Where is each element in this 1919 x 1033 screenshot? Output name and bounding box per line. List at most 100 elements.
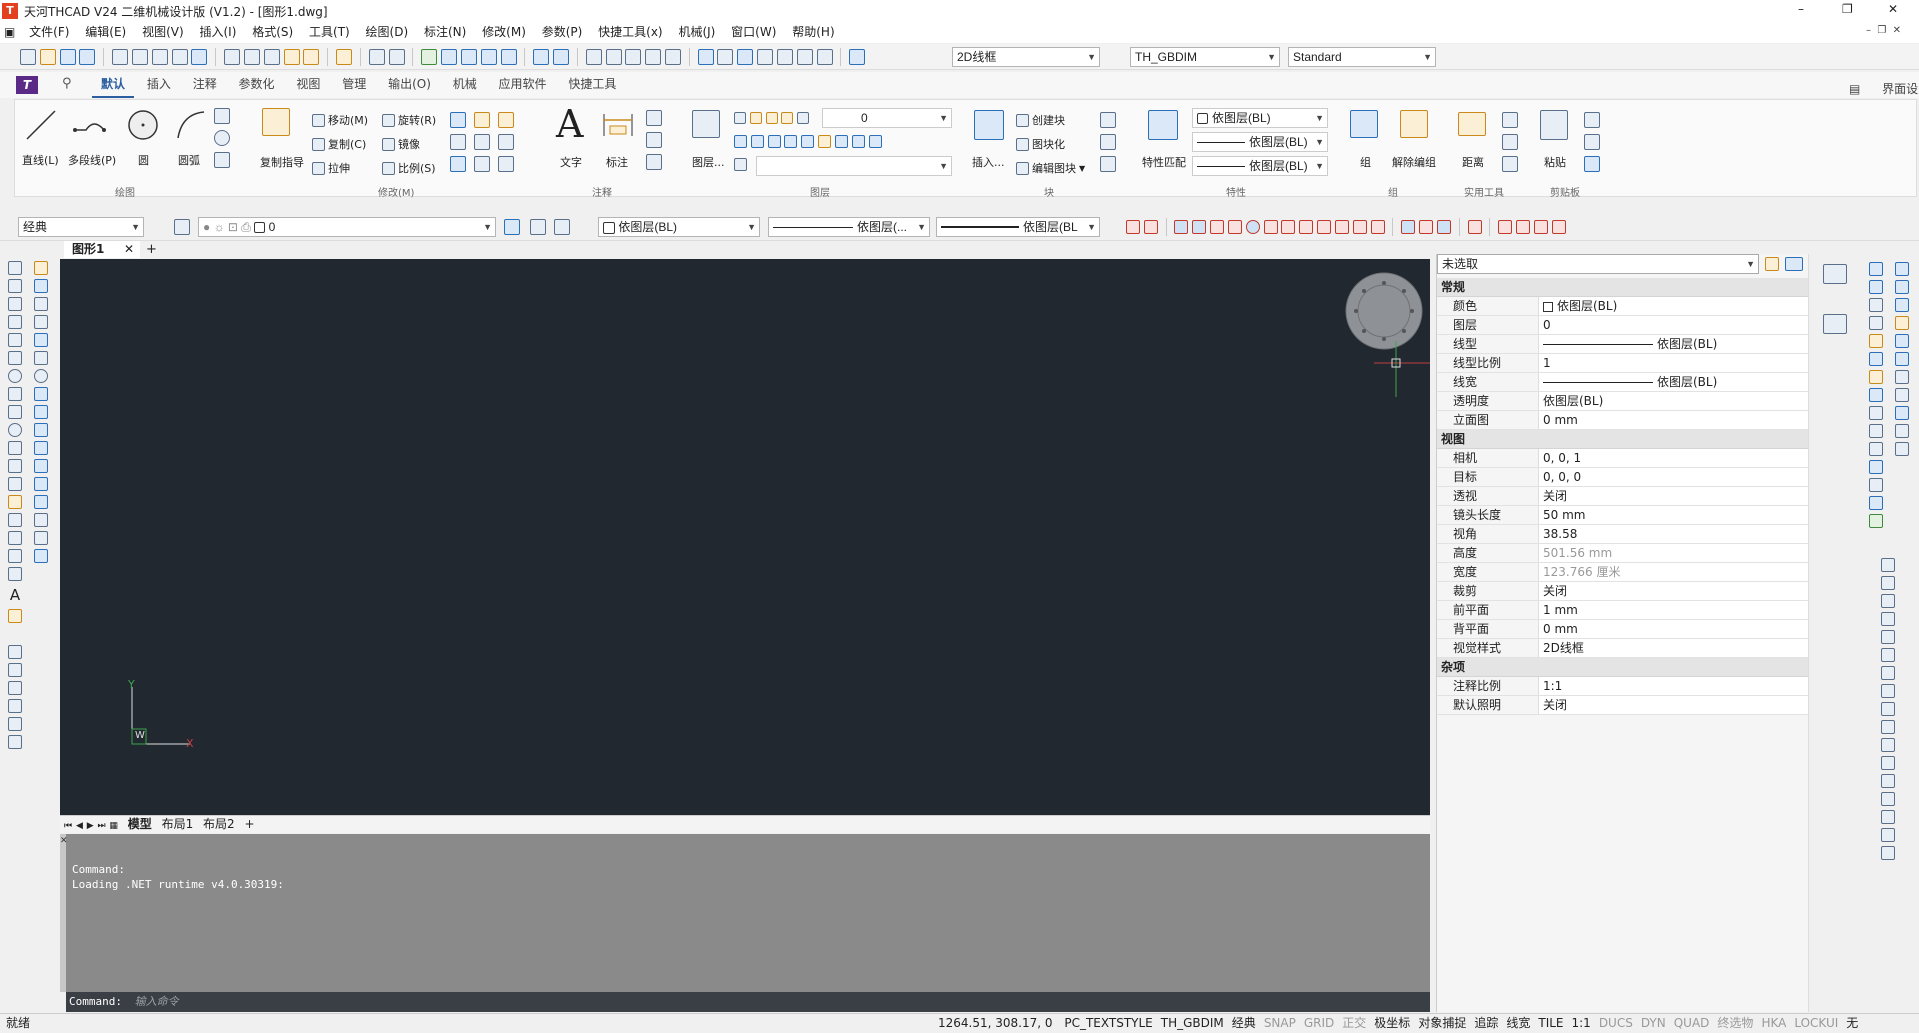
prop-row[interactable]: 线宽 依图层(BL) — [1437, 373, 1809, 392]
prop-value[interactable]: 0 mm — [1539, 411, 1809, 429]
snap-endpoint-icon[interactable] — [1174, 220, 1189, 234]
palette-properties-icon[interactable] — [1823, 264, 1847, 284]
ltb-insert-icon[interactable] — [8, 459, 22, 473]
group-icon[interactable] — [1350, 110, 1378, 138]
tab-insert[interactable]: 插入 — [138, 72, 180, 96]
ltb-erase-icon[interactable] — [34, 261, 48, 275]
prop-row[interactable]: 宽度 123.766 厘米 — [1437, 563, 1809, 582]
markup-icon[interactable] — [776, 49, 793, 65]
mirror-button[interactable]: 镜像 — [382, 136, 420, 152]
plot-icon[interactable] — [131, 49, 148, 65]
scale-button[interactable]: 比例(S) — [382, 160, 436, 176]
prop-row[interactable]: 裁剪 关闭 — [1437, 582, 1809, 601]
rtb-19-icon[interactable] — [1895, 316, 1909, 330]
rtb-27-icon[interactable] — [1881, 558, 1895, 572]
layer-tool1-icon[interactable] — [734, 135, 747, 148]
prop-value[interactable]: 依图层(BL) — [1539, 335, 1809, 353]
minimize-button[interactable]: – — [1798, 2, 1804, 16]
explode-icon[interactable] — [474, 156, 490, 172]
ltb-layer1-icon[interactable] — [8, 645, 22, 659]
rtb-6-icon[interactable] — [1869, 352, 1883, 366]
line-tool-label[interactable]: 直线(L) — [22, 152, 59, 168]
menu-insert[interactable]: 插入(I) — [193, 22, 242, 42]
leader-icon[interactable] — [646, 132, 662, 148]
color-dropdown[interactable]: 依图层(BL) ▼ — [598, 217, 760, 237]
paste-icon[interactable] — [263, 49, 280, 65]
prop-row[interactable]: 镜头长度 50 mm — [1437, 506, 1809, 525]
ltb-ellipse-icon[interactable] — [8, 423, 22, 437]
linetype-dropdown[interactable]: 依图层(... ▼ — [768, 217, 930, 237]
polyline-tool-label[interactable]: 多段线(P) — [68, 152, 116, 168]
menu-window[interactable]: 窗口(W) — [725, 22, 782, 42]
menu-file[interactable]: 文件(F) — [23, 22, 75, 42]
layer-iso-icon[interactable] — [554, 219, 570, 235]
ltb-text-icon[interactable]: A — [4, 585, 26, 605]
util1-icon[interactable] — [1502, 112, 1518, 128]
rtb-17-icon[interactable] — [1895, 280, 1909, 294]
polyline-tool-icon[interactable] — [72, 110, 108, 140]
array-icon[interactable] — [450, 156, 466, 172]
ltb-block-icon[interactable] — [8, 477, 22, 491]
rtb-10-icon[interactable] — [1869, 424, 1883, 438]
menu-help[interactable]: 帮助(H) — [786, 22, 840, 42]
linetype-select[interactable]: 依图层(BL) ▼ — [1192, 132, 1328, 152]
prop-value[interactable]: 0 — [1539, 316, 1809, 334]
ltb-copy-icon[interactable] — [34, 279, 48, 293]
rtb-9-icon[interactable] — [1869, 406, 1883, 420]
rtb-35-icon[interactable] — [1881, 702, 1895, 716]
prop-value[interactable]: 0 mm — [1539, 620, 1809, 638]
tab-model[interactable]: 模型 — [128, 817, 152, 831]
snap-opt1-icon[interactable] — [1533, 220, 1548, 234]
util2-icon[interactable] — [1502, 134, 1518, 150]
rtb-2-icon[interactable] — [1869, 280, 1883, 294]
ltb-spline-icon[interactable] — [8, 405, 22, 419]
search-icon[interactable]: ⚲ — [62, 76, 72, 91]
menu-draw[interactable]: 绘图(D) — [360, 22, 415, 42]
ungroup-label[interactable]: 解除编组 — [1392, 154, 1436, 170]
rtb-1-icon[interactable] — [1869, 262, 1883, 276]
rtb-32-icon[interactable] — [1881, 648, 1895, 662]
rtb-5-icon[interactable] — [1869, 334, 1883, 348]
linear-dim-icon[interactable] — [646, 110, 662, 126]
3d-print-icon[interactable] — [191, 49, 208, 65]
ltb-gradient-icon[interactable] — [8, 531, 22, 545]
snap-perpendicular-icon[interactable] — [1281, 220, 1296, 234]
zoom-extents-icon[interactable] — [664, 49, 681, 65]
ltb-layer5-icon[interactable] — [8, 717, 22, 731]
paste-label[interactable]: 粘贴 — [1544, 154, 1566, 170]
util3-icon[interactable] — [1502, 156, 1518, 172]
menu-format[interactable]: 格式(S) — [246, 22, 299, 42]
chamfer-icon[interactable] — [474, 134, 490, 150]
snap-parallel-icon[interactable] — [1299, 220, 1314, 234]
zoom-realtime-icon[interactable] — [605, 49, 622, 65]
snap-opt2-icon[interactable] — [1551, 220, 1566, 234]
layer-tool2-icon[interactable] — [750, 135, 764, 148]
snap-tool3-icon[interactable] — [480, 49, 497, 65]
prop-row[interactable]: 颜色 依图层(BL) — [1437, 297, 1809, 316]
status-toggle[interactable]: PC_TEXTSTYLE — [1060, 1015, 1156, 1032]
status-toggle[interactable]: TILE — [1534, 1015, 1567, 1032]
rtb-18-icon[interactable] — [1895, 298, 1909, 312]
pick-icon[interactable] — [421, 49, 438, 65]
dim-style-select[interactable]: TH_GBDIM ▼ — [1130, 47, 1280, 67]
snap-tangent-icon[interactable] — [1317, 220, 1332, 234]
help-icon[interactable] — [849, 49, 866, 65]
ribbon-app-button[interactable]: T — [16, 76, 38, 94]
cut-small-icon[interactable] — [1584, 112, 1600, 128]
palette-layers-icon[interactable] — [1823, 314, 1847, 334]
layer-tool9-icon[interactable] — [868, 135, 882, 148]
rtb-3-icon[interactable] — [1869, 298, 1883, 312]
ltb-polygon-icon[interactable] — [8, 315, 22, 329]
doc-tab-active[interactable]: 图形1 ✕ — [64, 241, 140, 258]
paste-special-icon[interactable] — [283, 49, 300, 65]
status-coords[interactable]: 1264.51, 308.17, 0 — [934, 1015, 1057, 1032]
status-toggle[interactable]: DUCS — [1595, 1015, 1637, 1032]
ltb-offset-icon[interactable] — [34, 315, 48, 329]
ltb-layer6-icon[interactable] — [8, 735, 22, 749]
last-layout-icon[interactable]: ⏭ — [97, 821, 105, 831]
fillet-icon[interactable] — [498, 112, 514, 128]
copy-clip-icon[interactable] — [1584, 156, 1600, 172]
status-toggle[interactable]: 1:1 — [1568, 1015, 1595, 1032]
ltb-array-icon[interactable] — [34, 333, 48, 347]
rtb-24-icon[interactable] — [1895, 406, 1909, 420]
